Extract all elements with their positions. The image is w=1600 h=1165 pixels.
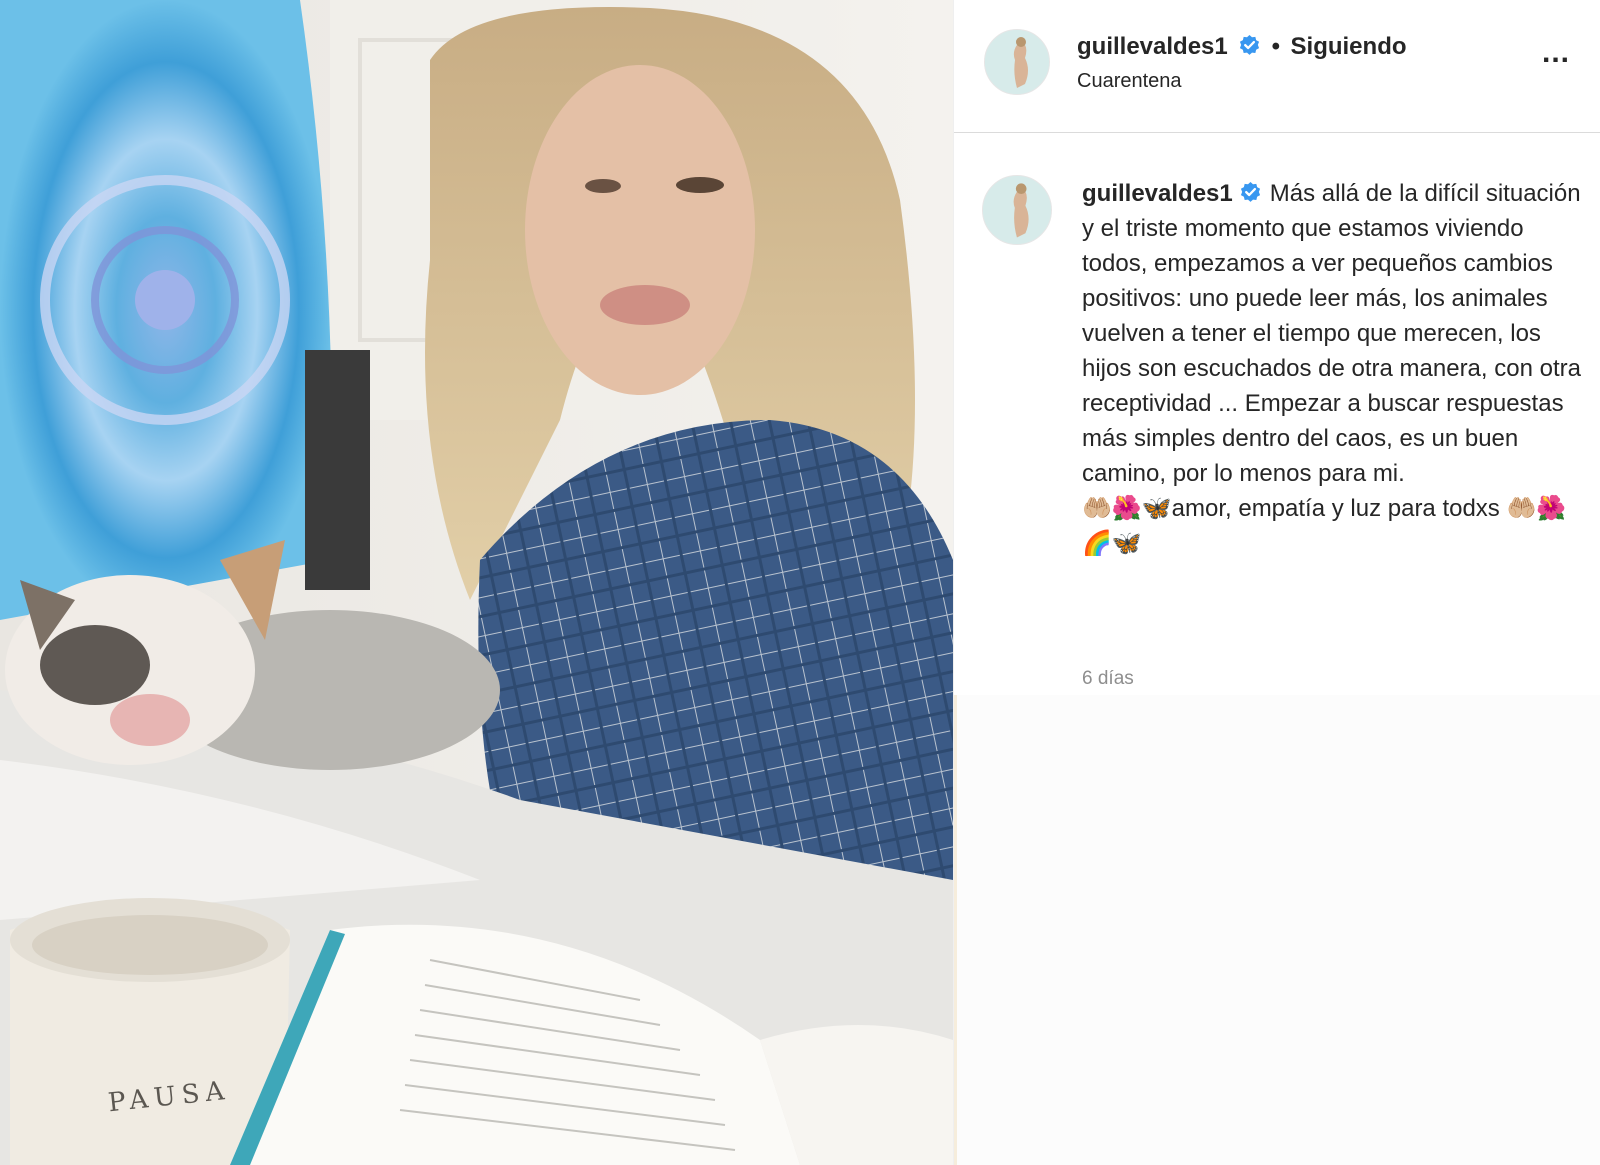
caption-text: Más allá de la difícil situación y el tr…	[1082, 180, 1581, 487]
following-button[interactable]: Siguiendo	[1291, 33, 1407, 60]
header-username[interactable]: guillevaldes1	[1077, 33, 1228, 60]
caption-username[interactable]: guillevaldes1	[1082, 180, 1233, 207]
avatar[interactable]	[984, 29, 1050, 95]
post-photo-illustration	[0, 0, 953, 1165]
comments-area	[954, 695, 1600, 1165]
header-user-line: guillevaldes1 • Siguiendo	[1077, 33, 1407, 61]
caption-emoji-line: 🤲🏼🌺🦋amor, empatía y luz para todxs 🤲🏼🌺🌈🦋	[1082, 495, 1567, 557]
post-header: guillevaldes1 • Siguiendo Cuarentena ...	[954, 0, 1600, 133]
post-photo[interactable]: PAUSA	[0, 0, 953, 1165]
caption-avatar-image	[983, 176, 1051, 244]
caption-avatar[interactable]	[982, 175, 1052, 245]
avatar-image	[985, 30, 1049, 94]
header-separator: •	[1271, 33, 1281, 60]
post-side-panel: guillevaldes1 • Siguiendo Cuarentena ...	[953, 0, 1600, 1165]
caption-text-block: guillevaldes1 Más allá de la difícil sit…	[1082, 176, 1582, 561]
instagram-post-view: PAUSA guillevaldes1 • Siguiendo Cuarente…	[0, 0, 1600, 1165]
verified-badge-icon	[1240, 34, 1260, 55]
location-link[interactable]: Cuarentena	[1077, 70, 1182, 93]
more-options-icon[interactable]: ...	[1542, 36, 1570, 70]
post-timestamp[interactable]: 6 días	[1082, 668, 1134, 690]
verified-badge-icon	[1240, 181, 1260, 202]
